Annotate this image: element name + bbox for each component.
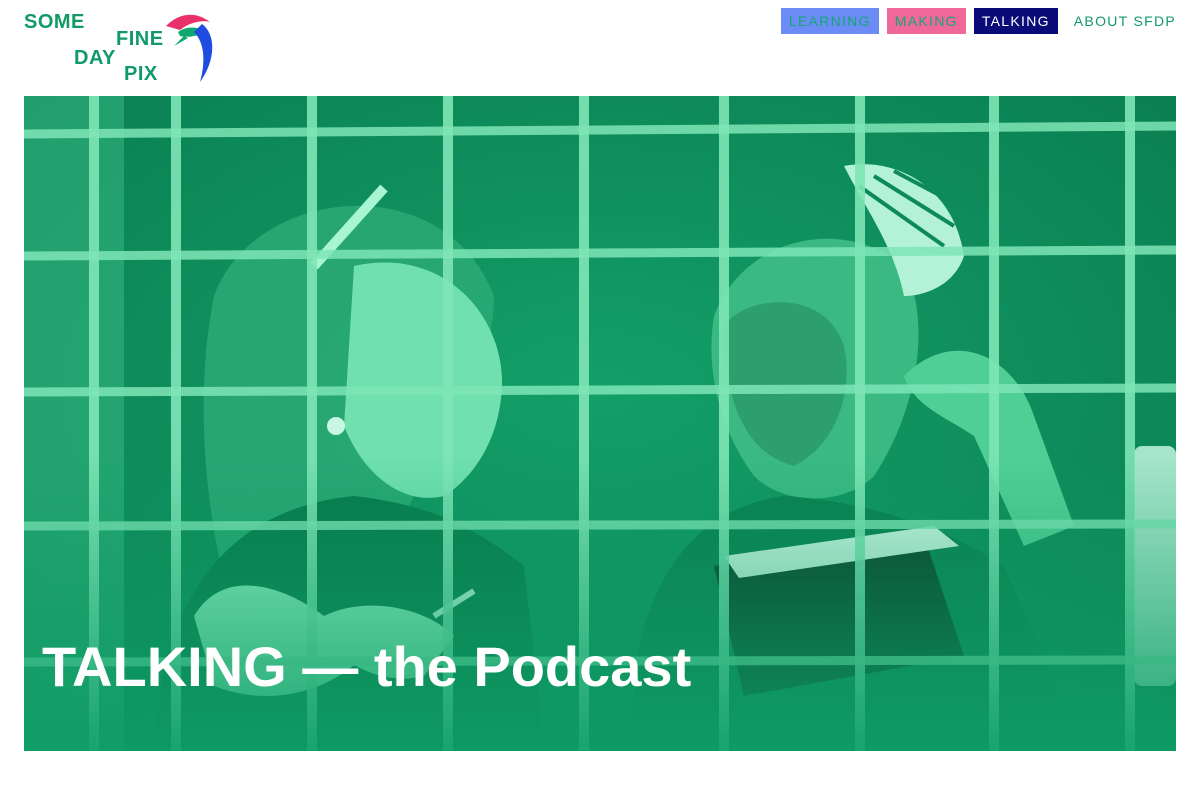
nav-making-link[interactable]: MAKING — [886, 8, 966, 34]
swallow-bird-icon — [166, 14, 213, 82]
site-header: SOME FINE DAY PIX LEARNING MAKING TALKIN… — [0, 0, 1200, 96]
logo-word-day: DAY — [74, 47, 116, 69]
logo-word-pix: PIX — [124, 63, 158, 85]
main-nav: LEARNING MAKING TALKING ABOUT SFDP — [780, 8, 1176, 34]
site-logo[interactable]: SOME FINE DAY PIX — [24, 8, 224, 88]
nav-about-link[interactable]: ABOUT SFDP — [1066, 8, 1176, 34]
nav-talking-link[interactable]: TALKING — [973, 8, 1058, 34]
logo-word-fine: FINE — [116, 28, 164, 50]
hero-banner: TALKING — the Podcast — [24, 96, 1176, 751]
hero-title: TALKING — the Podcast — [42, 635, 692, 699]
logo-word-some: SOME — [24, 11, 85, 33]
nav-learning-link[interactable]: LEARNING — [780, 8, 879, 34]
